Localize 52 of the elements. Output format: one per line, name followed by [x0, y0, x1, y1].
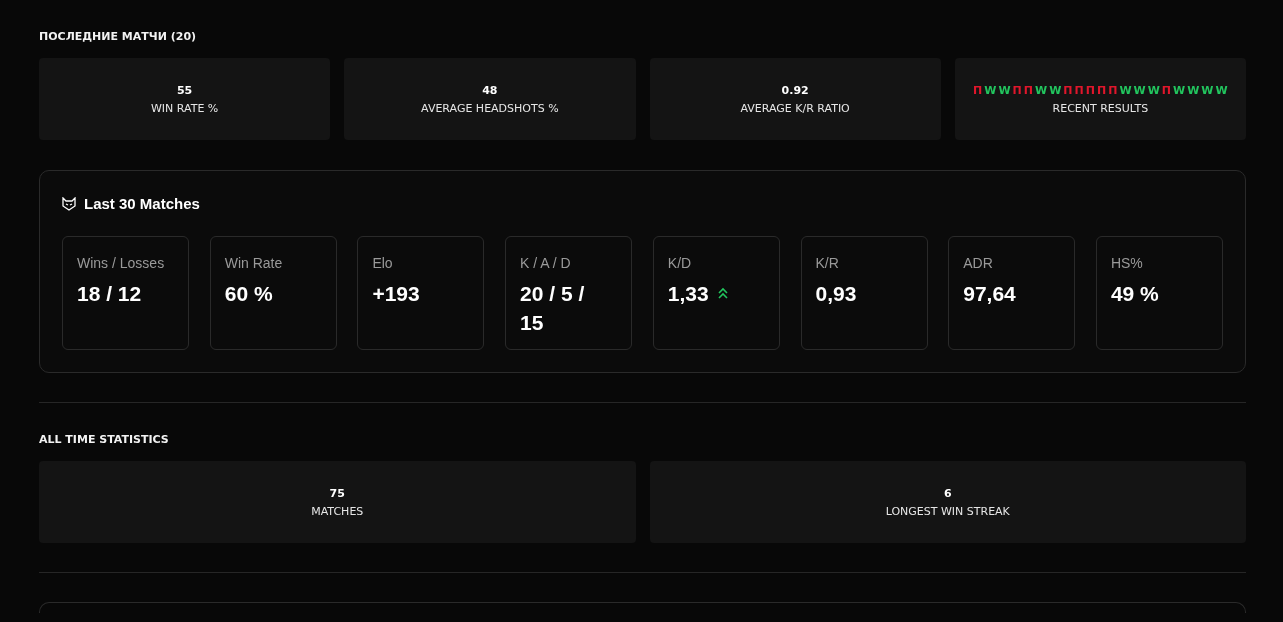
- result-mark: W: [1049, 83, 1062, 97]
- tile-value: 18 / 12: [77, 281, 142, 307]
- tile-label: ADR: [963, 255, 994, 271]
- stat-value: 55: [176, 83, 193, 97]
- result-mark: П: [1063, 83, 1073, 97]
- tile-value: 1,33: [667, 281, 709, 307]
- stat-label: AVERAGE HEADSHOTS %: [421, 101, 559, 115]
- result-mark: W: [1201, 83, 1214, 97]
- section-title: ПОСЛЕДНИЕ МАТЧИ (20): [39, 30, 198, 43]
- double-chevron-up-icon: [716, 287, 729, 301]
- tile-label: K / A / D: [520, 255, 572, 271]
- tile-label: K/D: [667, 255, 693, 271]
- result-mark: П: [1108, 83, 1118, 97]
- result-mark: W: [984, 83, 997, 97]
- stat-label: MATCHES: [311, 504, 364, 518]
- result-mark: W: [998, 83, 1011, 97]
- panel-title: Last 30 Matches: [84, 195, 200, 212]
- result-mark: П: [1085, 83, 1095, 97]
- tile-label: HS%: [1110, 255, 1144, 271]
- tile-value: 97,64: [963, 281, 1016, 307]
- result-mark: П: [973, 83, 983, 97]
- tile-value: 60 %: [224, 281, 273, 307]
- tile-value: +193: [372, 281, 420, 307]
- stat-value: 6: [943, 486, 952, 500]
- result-mark: П: [1023, 83, 1034, 97]
- tile-value: 20 / 5 / 15: [520, 281, 586, 337]
- tile-label: Elo: [372, 255, 394, 271]
- result-mark: П: [1097, 83, 1107, 97]
- tile-label: K/R: [815, 255, 840, 271]
- wolf-head-icon: [62, 196, 76, 211]
- result-mark: П: [1012, 83, 1022, 97]
- tile-value: 49 %: [1110, 281, 1159, 307]
- result-mark: W: [1173, 83, 1186, 97]
- section-title: ALL TIME STATISTICS: [39, 433, 170, 446]
- result-mark: W: [1133, 83, 1146, 97]
- result-mark: П: [1161, 83, 1172, 97]
- result-mark: W: [1035, 83, 1048, 97]
- tile-label: Wins / Losses: [77, 255, 166, 271]
- stat-label: LONGEST WIN STREAK: [885, 504, 1010, 518]
- stat-label: WIN RATE %: [150, 101, 219, 115]
- stat-label: RECENT RESULTS: [1052, 101, 1149, 115]
- result-mark: W: [1119, 83, 1132, 97]
- result-mark: W: [1147, 83, 1160, 97]
- stat-value: 48: [482, 83, 498, 97]
- stat-label: AVERAGE K/R RATIO: [740, 101, 850, 115]
- tile-value: 0,93: [815, 281, 857, 307]
- result-mark: W: [1187, 83, 1200, 97]
- tile-label: Win Rate: [224, 255, 284, 271]
- result-mark: П: [1074, 83, 1084, 97]
- stat-value: 75: [329, 486, 345, 500]
- result-mark: W: [1215, 83, 1228, 97]
- stat-value: 0.92: [781, 83, 809, 97]
